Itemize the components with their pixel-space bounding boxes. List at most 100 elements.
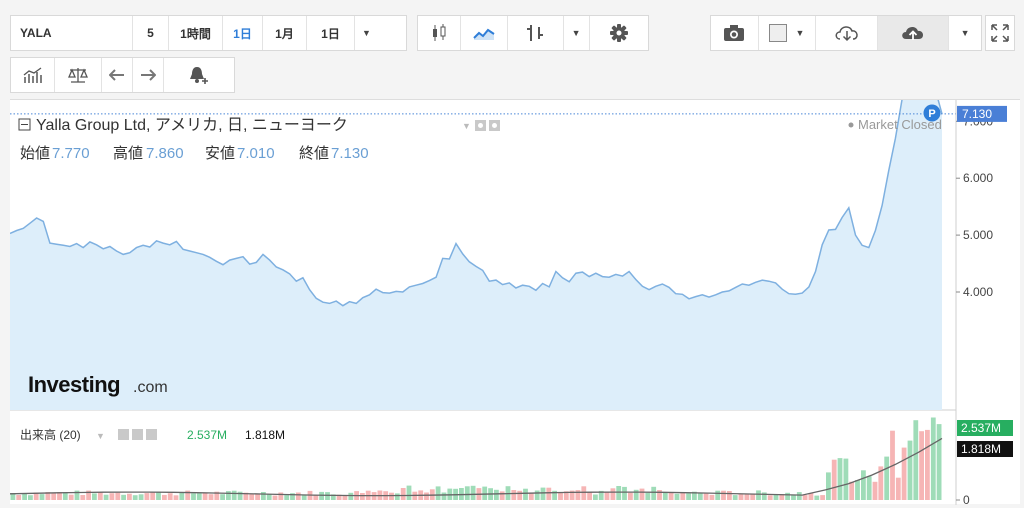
volume-bar [196, 493, 202, 500]
volume-bar [499, 491, 505, 500]
volume-tick-label: 0 [963, 493, 970, 505]
volume-bar [604, 491, 610, 500]
interval-1hour[interactable]: 1時間 [169, 16, 223, 50]
logo-suffix: .com [133, 379, 168, 396]
bell-plus-icon [190, 67, 208, 84]
volume-bar [138, 494, 144, 500]
area-chart-icon [473, 28, 495, 40]
volume-bar [703, 493, 709, 500]
bar-chart-button[interactable] [508, 16, 564, 50]
interval-1month[interactable]: 1月 [263, 16, 307, 50]
redo-icon [141, 69, 156, 81]
volume-ma-line [9, 437, 943, 497]
scales-icon [68, 68, 88, 83]
volume-bar [639, 488, 645, 500]
volume-bar [103, 494, 109, 500]
volume-bar [581, 486, 587, 500]
settings-button[interactable] [590, 16, 648, 50]
chart-type-dropdown[interactable]: ▼ [564, 16, 590, 50]
interval-5min[interactable]: 5 [133, 16, 169, 50]
volume-bar [901, 447, 907, 500]
ohlc-low-label: 安値 [205, 145, 235, 162]
price-axis[interactable]: 8.0007.0006.0005.0004.0007.13002.537M1.8… [955, 57, 1013, 507]
cloud-download-icon [835, 26, 858, 42]
volume-bar [517, 490, 523, 500]
volume-bar [855, 480, 860, 500]
volume-bar [523, 488, 528, 500]
indicators-button[interactable] [11, 58, 55, 92]
volume-bar [843, 458, 849, 500]
tools-toolbar [10, 57, 235, 93]
chart-area[interactable]: 8.0007.0006.0005.0004.0007.13002.537M1.8… [9, 57, 1020, 507]
cloud-save-button[interactable] [877, 16, 950, 50]
chart-canvas[interactable]: 8.0007.0006.0005.0004.0007.13002.537M1.8… [9, 57, 1020, 507]
color-picker-button[interactable]: ▼ [759, 16, 817, 50]
volume-bar [913, 420, 919, 500]
export-dropdown[interactable]: ▼ [949, 16, 981, 50]
volume-bar [313, 495, 319, 500]
volume-bar [191, 493, 196, 500]
volume-bar [925, 429, 930, 500]
export-toolbar: ▼ ▼ [710, 15, 982, 51]
symbol-input[interactable]: YALA [11, 16, 133, 50]
volume-bar [756, 490, 761, 500]
volume-bar [266, 494, 272, 500]
redo-button[interactable] [133, 58, 164, 92]
volume-bar [301, 494, 307, 500]
volume-bar [360, 493, 365, 500]
fullscreen-icon [991, 24, 1009, 42]
candlestick-button[interactable] [418, 16, 461, 50]
volume-bar [761, 492, 767, 500]
volume-bar [162, 494, 167, 500]
volume-bar [919, 431, 924, 500]
volume-bar [406, 485, 412, 500]
volume-bar [470, 485, 476, 500]
volume-dropdown-caret[interactable]: ▼ [96, 431, 105, 441]
ohlc-low-value: 7.010 [237, 145, 275, 162]
alert-button[interactable] [164, 58, 234, 92]
volume-bar [721, 490, 726, 500]
volume-bar [773, 494, 779, 500]
volume-bar [697, 492, 703, 500]
ohlc-bar-icon [527, 25, 544, 41]
volume-bar [16, 495, 22, 500]
chart-type-toolbar: ▼ [417, 15, 649, 51]
market-status-dot [848, 122, 854, 128]
symbol-title: Yalla Group Ltd, アメリカ, 日, ニューヨーク [36, 116, 348, 134]
undo-button[interactable] [102, 58, 133, 92]
volume-bar [837, 458, 843, 500]
volume-bar [866, 476, 872, 500]
volume-value: 2.537M [187, 428, 227, 442]
screenshot-button[interactable] [711, 16, 759, 50]
interval-dropdown[interactable]: ▼ [355, 16, 378, 50]
interval-1day[interactable]: 1日 [223, 16, 263, 50]
volume-bar [226, 491, 231, 500]
caret-down-icon: ▼ [362, 28, 371, 38]
ohlc-open-label: 始値 [20, 145, 50, 162]
compare-button[interactable] [55, 58, 102, 92]
fullscreen-button[interactable] [986, 16, 1014, 50]
volume-bar [284, 495, 290, 500]
gear-icon [609, 24, 628, 42]
legend-dropdown-caret[interactable]: ▼ [462, 121, 471, 131]
volume-bar [389, 492, 394, 500]
volume-bar [633, 489, 639, 500]
interval-custom[interactable]: 1日 [307, 16, 355, 50]
area-chart-button[interactable] [461, 16, 509, 50]
gear-icon[interactable] [132, 429, 143, 440]
volume-bar [325, 492, 330, 500]
eye-toggle-icon[interactable] [118, 429, 129, 440]
y-tick-label: 6.000 [963, 171, 993, 185]
volume-bar [441, 492, 447, 500]
cloud-load-button[interactable] [816, 16, 878, 50]
volume-bar [738, 493, 744, 500]
close-icon[interactable] [146, 429, 157, 440]
ohlc-close-value: 7.130 [331, 145, 369, 162]
volume-bar [62, 492, 68, 500]
volume-bar [575, 490, 581, 500]
volume-bar [319, 491, 324, 500]
cloud-upload-icon [902, 26, 924, 40]
last-price-label: 7.130 [962, 107, 992, 121]
volume-bar [435, 486, 441, 500]
volume-bar [482, 486, 488, 500]
